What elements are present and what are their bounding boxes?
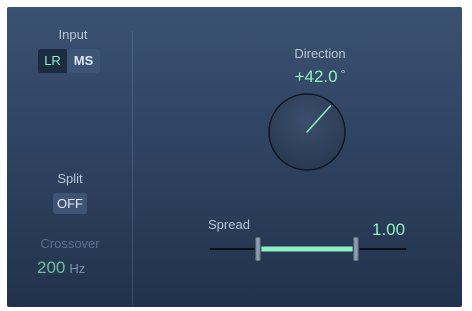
controls-graphics xyxy=(210,93,406,262)
stereo-spread-panel: Input LR MS Split OFF Crossover 200 Hz Di… xyxy=(7,7,462,307)
slider-right-handle[interactable] xyxy=(352,236,360,262)
slider-left-handle[interactable] xyxy=(254,236,262,262)
direction-knob[interactable] xyxy=(268,93,346,171)
spread-slider[interactable] xyxy=(210,236,406,262)
slider-fill xyxy=(258,246,356,252)
